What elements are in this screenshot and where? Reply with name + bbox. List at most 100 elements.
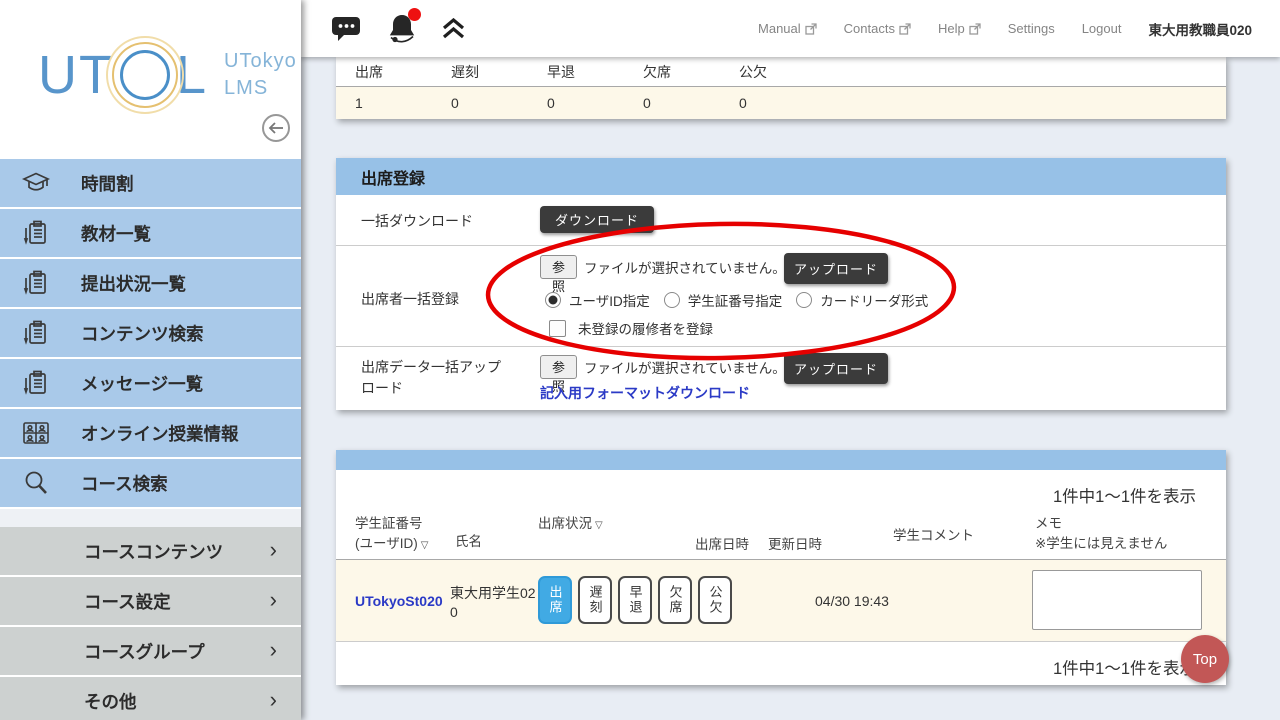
summary-header-row: 出席 遅刻 早退 欠席 公欠 bbox=[336, 57, 1226, 87]
sidebar-item-messages[interactable]: メッセージ一覧 bbox=[0, 359, 301, 409]
student-id-link[interactable]: UTokyoSt020 bbox=[355, 593, 443, 609]
top-bar: Manual Contacts Help Settings Logout 東大用… bbox=[301, 0, 1280, 57]
sidebar-item-label: コースグループ bbox=[84, 641, 205, 662]
chevron-right-icon: › bbox=[269, 536, 277, 562]
column-student-comment: 学生コメント bbox=[893, 528, 974, 543]
radio-label: 学生証番号指定 bbox=[687, 294, 783, 309]
radio-label: ユーザID指定 bbox=[569, 294, 650, 309]
sidebar-item-course-settings[interactable]: コース設定 › bbox=[0, 577, 301, 627]
memo-textarea[interactable] bbox=[1032, 570, 1202, 630]
external-link-icon bbox=[899, 22, 911, 35]
logged-in-user-name: 東大用教職員020 bbox=[1148, 22, 1252, 38]
summary-col-late: 遅刻 bbox=[451, 63, 479, 80]
column-update-time: 更新日時 bbox=[768, 537, 822, 552]
clipboard-icon bbox=[21, 218, 51, 248]
sidebar-item-label: コース検索 bbox=[81, 473, 168, 494]
pagination-info-bottom: 1件中1〜1件を表示 bbox=[1052, 660, 1196, 678]
sidebar-item-label: コース設定 bbox=[84, 591, 171, 612]
settings-link[interactable]: Settings bbox=[1008, 21, 1055, 36]
clipboard-icon bbox=[21, 368, 51, 398]
chevron-right-icon: › bbox=[269, 636, 277, 662]
collapse-double-chevron-icon[interactable] bbox=[442, 18, 465, 39]
logo-subtitle-line2: LMS bbox=[224, 77, 269, 99]
contacts-link[interactable]: Contacts bbox=[844, 21, 911, 36]
logo-letter-o bbox=[106, 36, 184, 114]
browse-file-button[interactable]: 参照 bbox=[540, 355, 577, 394]
search-icon bbox=[21, 468, 51, 498]
notifications-bell-icon[interactable] bbox=[386, 7, 421, 46]
logo-letter-u: U bbox=[38, 45, 79, 105]
radio-button-icon[interactable] bbox=[663, 292, 680, 308]
sidebar-item-other[interactable]: その他 › bbox=[0, 677, 301, 720]
chevron-right-icon: › bbox=[269, 686, 277, 712]
sidebar-item-label: 教材一覧 bbox=[81, 223, 151, 244]
arrow-left-icon bbox=[268, 122, 283, 134]
summary-values-row: 1 0 0 0 0 bbox=[336, 87, 1226, 119]
no-file-selected-text: ファイルが選択されていません。 bbox=[584, 361, 786, 376]
sidebar-item-label: オンライン授業情報 bbox=[81, 423, 239, 444]
summary-value-present: 1 bbox=[355, 95, 363, 111]
update-timestamp: 04/30 19:43 bbox=[815, 593, 889, 609]
messages-icon[interactable] bbox=[331, 16, 362, 42]
sidebar-item-online-class-info[interactable]: オンライン授業情報 bbox=[0, 409, 301, 459]
logo-ring-inner bbox=[112, 42, 178, 108]
radio-student-number[interactable]: 学生証番号指定 bbox=[663, 290, 783, 310]
column-label: メモ bbox=[1035, 516, 1062, 531]
status-button-present[interactable]: 出席 bbox=[538, 576, 572, 624]
sidebar-item-content-search[interactable]: コンテンツ検索 bbox=[0, 309, 301, 359]
radio-label: カードリーダ形式 bbox=[820, 294, 929, 309]
sidebar-nav: 時間割 教材一覧 提出状況一覧 コンテンツ検索 メッセージ一覧 オンライン授業情… bbox=[0, 159, 301, 720]
register-unenrolled-checkbox-row[interactable]: 未登録の履修者を登録 bbox=[549, 318, 713, 338]
clipboard-icon bbox=[21, 318, 51, 348]
sidebar-collapse-button[interactable] bbox=[262, 114, 290, 142]
bulk-download-row: 一括ダウンロード ダウンロード bbox=[336, 195, 1226, 245]
column-name: 氏名 bbox=[455, 534, 482, 549]
help-link[interactable]: Help bbox=[938, 21, 981, 36]
summary-col-present: 出席 bbox=[355, 63, 383, 80]
column-student-number[interactable]: 学生証番号 (ユーザID) ▽ bbox=[355, 514, 428, 555]
external-link-icon bbox=[805, 22, 817, 35]
utol-lms-page: Manual Contacts Help Settings Logout 東大用… bbox=[0, 0, 1280, 720]
summary-col-excused: 公欠 bbox=[739, 63, 767, 80]
file-select-row: 参照 ファイルが選択されていません。 bbox=[540, 255, 786, 294]
summary-value-late: 0 bbox=[451, 95, 459, 111]
summary-value-excused: 0 bbox=[739, 95, 747, 111]
sidebar-item-materials[interactable]: 教材一覧 bbox=[0, 209, 301, 259]
back-to-top-button[interactable]: Top bbox=[1181, 635, 1229, 683]
utol-logo[interactable]: U T L UTokyo LMS bbox=[38, 36, 297, 114]
radio-button-icon[interactable] bbox=[796, 292, 813, 308]
checkbox-icon[interactable] bbox=[549, 319, 566, 337]
sidebar-item-timetable[interactable]: 時間割 bbox=[0, 159, 301, 209]
status-button-left-early[interactable]: 早退 bbox=[618, 576, 652, 624]
logout-link[interactable]: Logout bbox=[1082, 21, 1122, 36]
attendance-summary-table: 出席 遅刻 早退 欠席 公欠 1 0 0 0 0 bbox=[336, 57, 1226, 119]
contacts-label: Contacts bbox=[843, 21, 895, 36]
manual-link[interactable]: Manual bbox=[758, 21, 817, 36]
summary-value-absent: 0 bbox=[643, 95, 651, 111]
sidebar-section-divider bbox=[0, 509, 301, 527]
browse-file-button[interactable]: 参照 bbox=[540, 255, 577, 294]
status-button-excused[interactable]: 公欠 bbox=[698, 576, 732, 624]
sidebar-item-course-search[interactable]: コース検索 bbox=[0, 459, 301, 509]
column-attendance-status[interactable]: 出席状況 ▽ bbox=[538, 514, 603, 534]
logo-area: U T L UTokyo LMS bbox=[0, 0, 301, 159]
upload-button[interactable]: アップロード bbox=[784, 353, 888, 384]
sidebar-item-course-group[interactable]: コースグループ › bbox=[0, 627, 301, 677]
download-button[interactable]: ダウンロード bbox=[540, 206, 654, 233]
summary-value-left-early: 0 bbox=[547, 95, 555, 111]
attendance-status-buttons: 出席 遅刻 早退 欠席 公欠 bbox=[538, 576, 732, 624]
sidebar-item-label: 時間割 bbox=[81, 173, 134, 194]
column-label: (ユーザID) bbox=[355, 536, 418, 552]
column-attend-time: 出席日時 bbox=[695, 537, 749, 552]
status-button-absent[interactable]: 欠席 bbox=[658, 576, 692, 624]
format-download-link[interactable]: 記入用フォーマットダウンロード bbox=[540, 383, 750, 403]
column-note: ※学生には見えません bbox=[1035, 536, 1168, 552]
sidebar-item-course-contents[interactable]: コースコンテンツ › bbox=[0, 527, 301, 577]
sidebar-item-submission-status[interactable]: 提出状況一覧 bbox=[0, 259, 301, 309]
clipboard-icon bbox=[21, 268, 51, 298]
radio-user-id[interactable]: ユーザID指定 bbox=[545, 290, 650, 310]
upload-button[interactable]: アップロード bbox=[784, 253, 888, 284]
radio-card-reader[interactable]: カードリーダ形式 bbox=[796, 290, 928, 310]
status-button-late[interactable]: 遅刻 bbox=[578, 576, 612, 624]
radio-button-icon[interactable] bbox=[545, 292, 561, 308]
